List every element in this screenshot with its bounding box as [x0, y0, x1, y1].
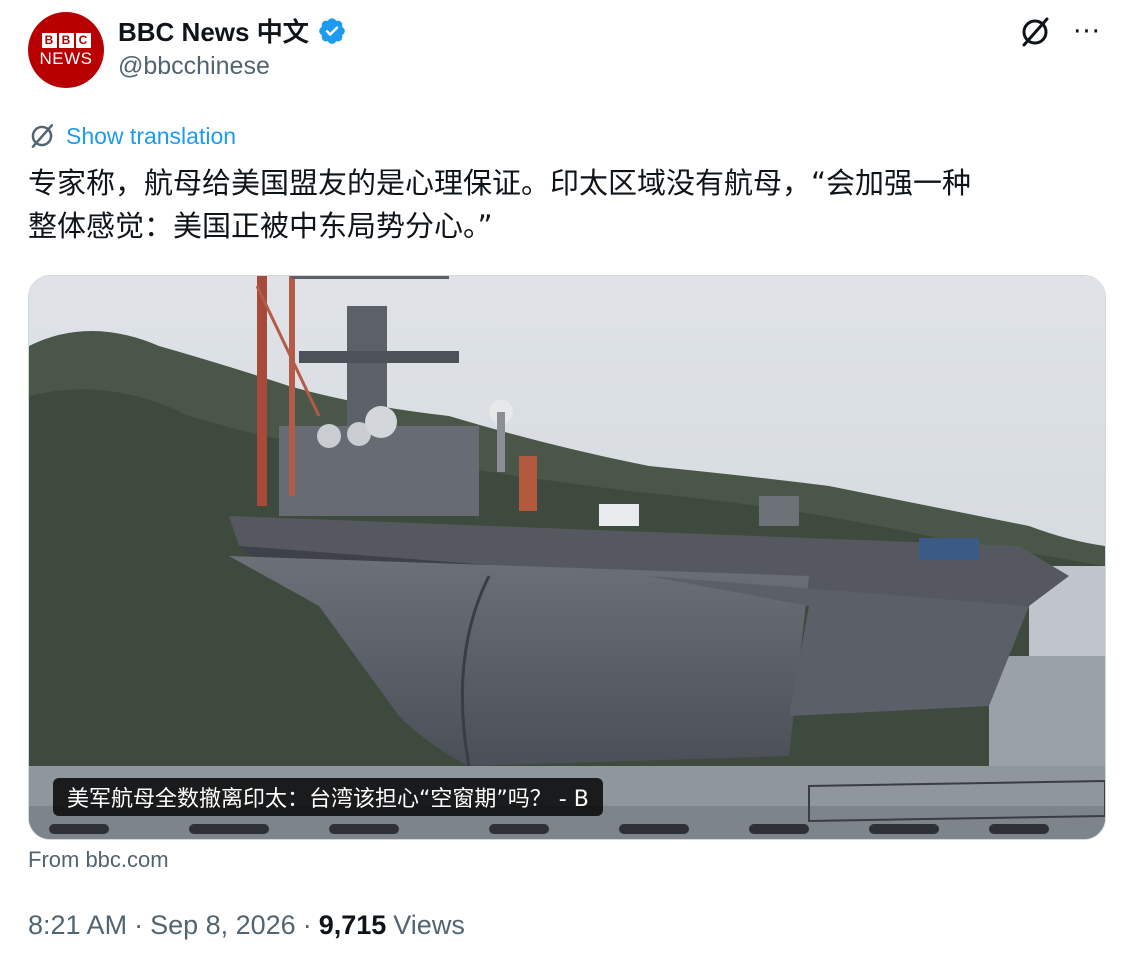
- account-name[interactable]: BBC News 中文: [118, 12, 309, 49]
- card-headline: 美军航母全数撤离印太：台湾该担心“空窗期”吗？ - B: [53, 778, 603, 816]
- account-name-row: BBC News 中文: [118, 12, 347, 49]
- card-image: [29, 276, 1105, 839]
- show-translation-label: Show translation: [66, 122, 237, 149]
- tweet-metadata: 8:21 AM · Sep 8, 2026 · 9,715 Views: [28, 910, 465, 941]
- verified-badge-icon: [318, 17, 345, 44]
- avatar-news-text: NEWS: [39, 48, 93, 68]
- card-source[interactable]: From bbc.com: [28, 847, 169, 873]
- tweet-date[interactable]: Sep 8, 2026: [150, 910, 296, 941]
- translate-icon: [31, 124, 54, 148]
- tweet-text: 专家称，航母给美国盟友的是心理保证。印太区域没有航母，“会加强一种 整体感觉：美…: [28, 166, 972, 243]
- bbc-logo: BBC: [41, 32, 91, 48]
- meta-separator: ·: [302, 910, 312, 940]
- avatar[interactable]: BBC NEWS: [28, 12, 104, 88]
- views-label: Views: [393, 910, 465, 940]
- link-card[interactable]: 美军航母全数撤离印太：台湾该担心“空窗期”吗？ - B: [28, 275, 1106, 840]
- meta-separator: ·: [134, 910, 144, 940]
- grok-icon[interactable]: [1017, 14, 1053, 50]
- tweet-time[interactable]: 8:21 AM: [28, 910, 127, 941]
- views-count: 9,715: [318, 910, 387, 940]
- account-handle[interactable]: @bbcchinese: [118, 52, 270, 81]
- show-translation-button[interactable]: Show translation: [28, 122, 236, 150]
- more-icon[interactable]: ···: [1069, 14, 1105, 50]
